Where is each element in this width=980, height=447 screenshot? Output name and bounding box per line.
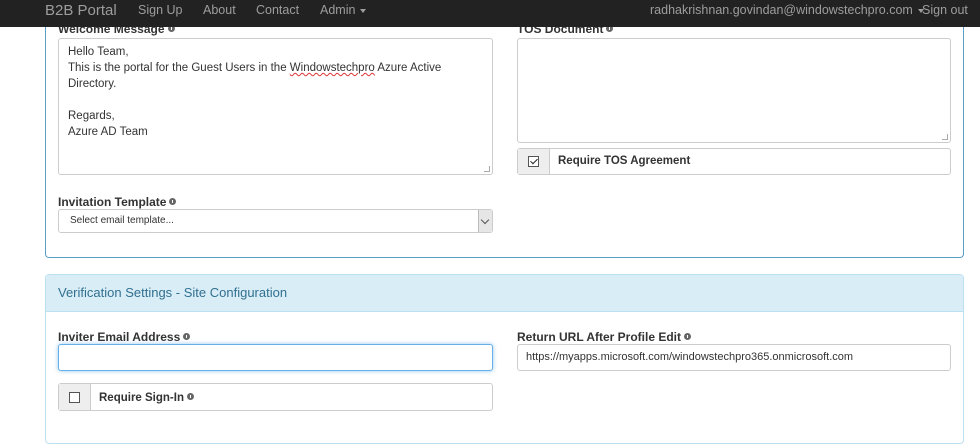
checkbox-cell — [518, 149, 550, 174]
inviter-email-input[interactable] — [58, 344, 493, 371]
nav-sign-up[interactable]: Sign Up — [138, 0, 182, 21]
user-email: radhakrishnan.govindan@windowstechpro.co… — [650, 3, 913, 17]
require-tos-group[interactable]: Require TOS Agreement — [517, 148, 951, 175]
welcome-line-2b: Windowstechpro — [289, 62, 375, 74]
info-icon[interactable] — [183, 333, 191, 340]
nav-about[interactable]: About — [203, 0, 236, 21]
info-icon[interactable] — [186, 393, 194, 400]
welcome-line-5: Azure AD Team — [68, 126, 148, 138]
invitation-template-placeholder: Select email template... — [70, 215, 174, 226]
invitation-template-select[interactable]: Select email template... — [58, 209, 493, 233]
inviter-email-label: Inviter Email Address — [58, 330, 191, 344]
panel-heading: Verification Settings - Site Configurati… — [46, 275, 963, 312]
chevron-down-icon[interactable] — [478, 210, 492, 232]
return-url-input[interactable]: https://myapps.microsoft.com/windowstech… — [517, 344, 951, 371]
welcome-message-textarea[interactable]: Hello Team, This is the portal for the Gu… — [58, 38, 493, 175]
require-tos-label: Require TOS Agreement — [558, 155, 691, 167]
invitation-template-label: Invitation Template — [58, 195, 177, 209]
require-sign-in-label: Require Sign-In — [99, 392, 194, 404]
return-url-label: Return URL After Profile Edit — [517, 330, 692, 344]
welcome-line-2c: Azure Active — [374, 62, 442, 74]
top-navbar: B2B Portal Sign Up About Contact Admin r… — [0, 0, 980, 27]
sign-out-link[interactable]: Sign out — [922, 0, 968, 21]
require-sign-in-checkbox[interactable] — [69, 392, 80, 403]
nav-contact[interactable]: Contact — [256, 0, 299, 21]
checkbox-cell — [59, 384, 91, 410]
chevron-down-icon — [360, 8, 367, 13]
invitation-template-label-text: Invitation Template — [58, 195, 167, 209]
tos-document-textarea[interactable] — [517, 38, 951, 143]
resize-handle-icon[interactable] — [484, 166, 490, 172]
inviter-email-label-text: Inviter Email Address — [58, 330, 181, 344]
info-icon[interactable] — [169, 198, 177, 205]
info-icon[interactable] — [684, 333, 692, 340]
require-tos-checkbox[interactable] — [528, 156, 539, 167]
require-sign-in-group[interactable]: Require Sign-In — [58, 383, 493, 411]
require-sign-in-label-text: Require Sign-In — [99, 392, 184, 404]
nav-admin-dropdown[interactable]: Admin — [320, 0, 367, 21]
nav-admin-label: Admin — [320, 3, 356, 17]
checkmark-icon — [530, 156, 538, 165]
welcome-line-1: Hello Team, — [68, 46, 129, 58]
welcome-line-3: Directory. — [68, 78, 117, 90]
resize-handle-icon[interactable] — [942, 134, 948, 140]
brand-link[interactable]: B2B Portal — [45, 0, 117, 21]
welcome-line-2: This is the portal for the Guest Users i… — [68, 60, 483, 76]
welcome-line-4: Regards, — [68, 110, 115, 122]
user-menu-dropdown[interactable]: radhakrishnan.govindan@windowstechpro.co… — [650, 0, 924, 21]
return-url-label-text: Return URL After Profile Edit — [517, 330, 682, 344]
welcome-line-2a: This is the portal for the Guest Users i… — [68, 62, 290, 74]
